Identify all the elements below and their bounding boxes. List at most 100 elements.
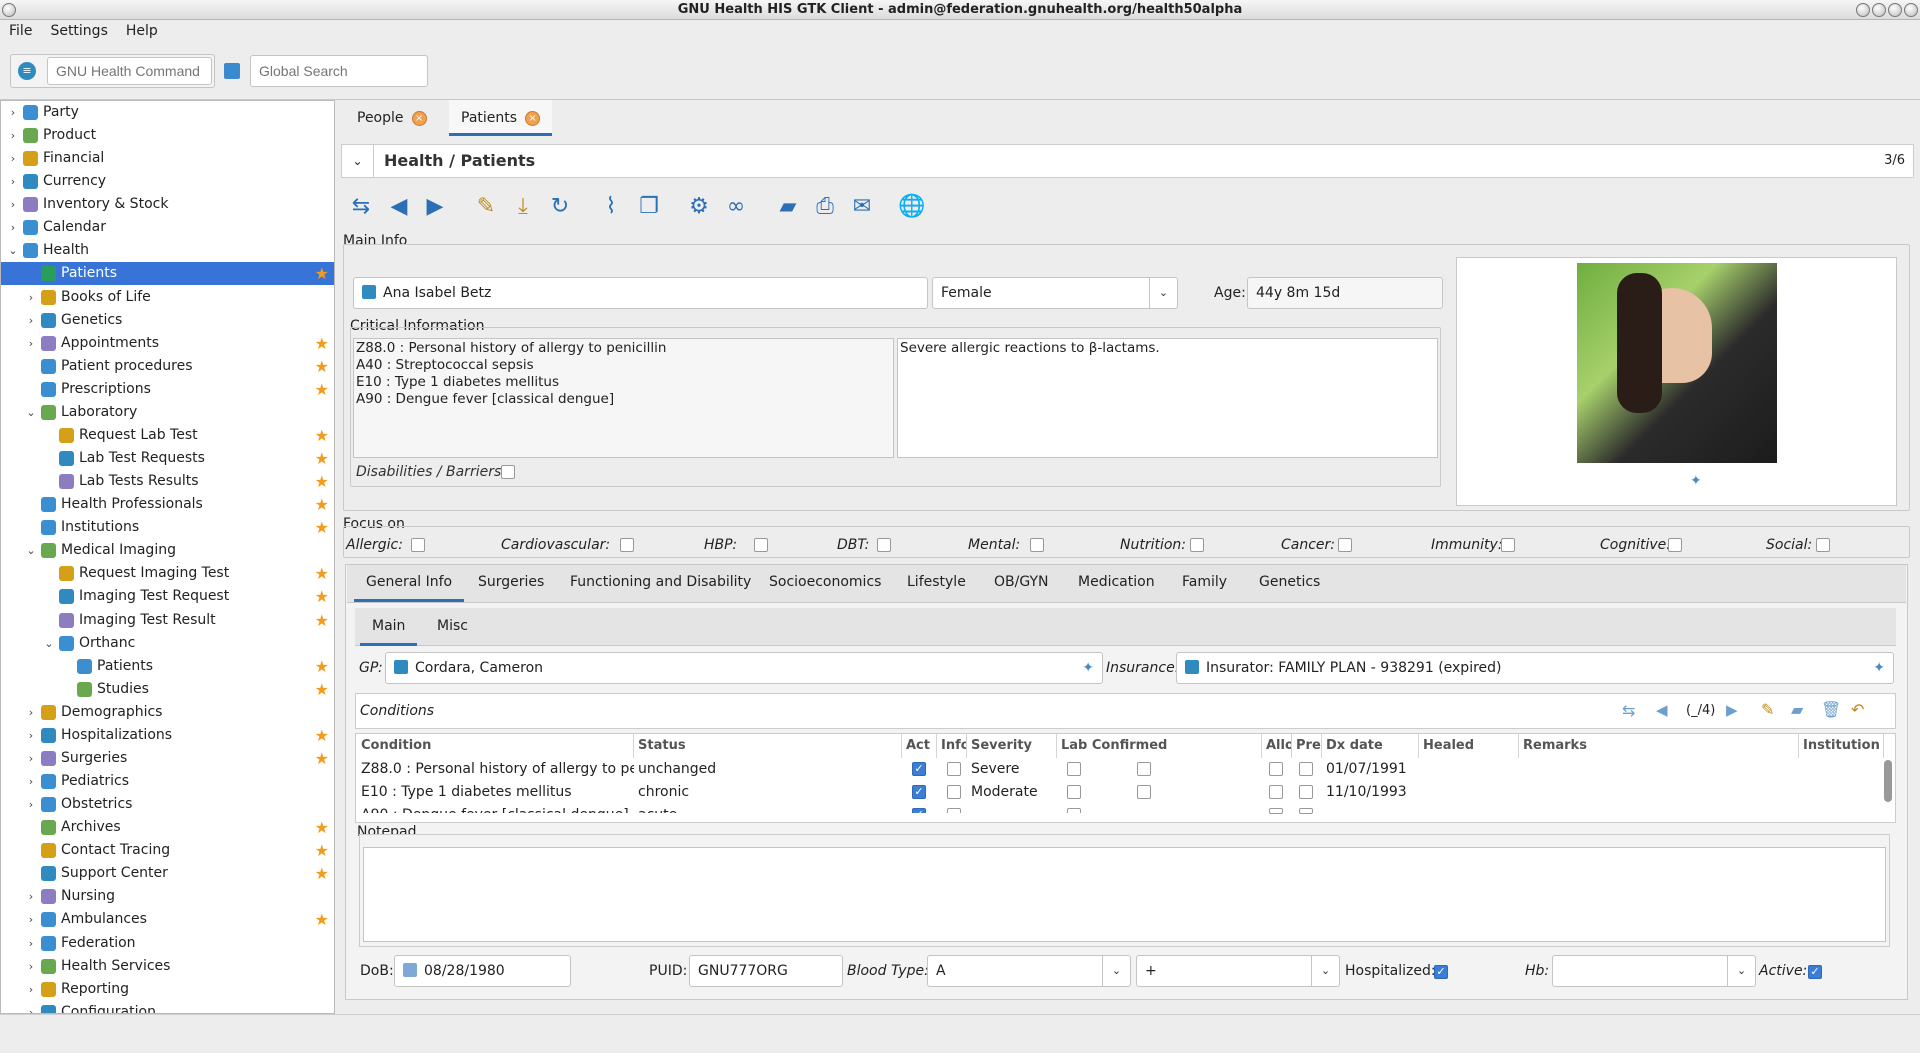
blood-type-dropdown-icon[interactable]: ⌄ (1102, 956, 1130, 986)
sidebar-item-party[interactable]: › Party (1, 101, 334, 124)
sidebar-item-nursing[interactable]: › Nursing (1, 885, 334, 908)
expand-arrow-icon[interactable]: › (25, 286, 37, 309)
sidebar-item-health-professionals[interactable]: Health Professionals ★ (1, 493, 334, 516)
window-menu-button[interactable] (2, 3, 16, 17)
column-header-pre[interactable]: Pre (1292, 734, 1322, 758)
column-header-status[interactable]: Status (634, 734, 902, 758)
insurance-clear-icon[interactable]: ✦ (1873, 653, 1885, 683)
relate-link-icon[interactable]: ∞ (722, 189, 750, 225)
sidebar-item-request-lab-test[interactable]: Request Lab Test ★ (1, 424, 334, 447)
favorite-star-icon[interactable]: ★ (315, 470, 329, 493)
expand-arrow-icon[interactable]: › (25, 908, 37, 931)
table-row[interactable]: A90 : Dengue fever [classical dengue]acu… (357, 804, 1882, 813)
expand-arrow-icon[interactable]: › (7, 193, 19, 216)
sidebar-item-reporting[interactable]: › Reporting (1, 978, 334, 1001)
next-record-icon[interactable]: ▶ (421, 189, 449, 225)
focus-immunity-checkbox[interactable] (1501, 538, 1515, 552)
expand-arrow-icon[interactable]: › (25, 701, 37, 724)
sidebar-item-calendar[interactable]: › Calendar (1, 216, 334, 239)
tab-socioeconomics[interactable]: Socioeconomics (757, 562, 893, 602)
sidebar-item-laboratory[interactable]: ⌄ Laboratory (1, 401, 334, 424)
tab-medication[interactable]: Medication (1066, 562, 1167, 602)
info-checkbox[interactable] (947, 762, 961, 776)
sidebar-item-lab-tests-results[interactable]: Lab Tests Results ★ (1, 470, 334, 493)
sidebar-item-prescriptions[interactable]: Prescriptions ★ (1, 378, 334, 401)
sidebar-item-patients[interactable]: Patients ★ (1, 262, 334, 286)
column-header-remarks[interactable]: Remarks (1519, 734, 1799, 758)
close-tab-people-icon[interactable]: × (411, 110, 427, 126)
expand-arrow-icon[interactable]: › (25, 747, 37, 770)
collapse-chevron-icon[interactable]: ⌄ (342, 145, 374, 177)
column-header-info[interactable]: Info (937, 734, 967, 758)
window-minimize-button[interactable] (1872, 3, 1886, 17)
global-search-input[interactable] (250, 55, 428, 87)
focus-social-checkbox[interactable] (1816, 538, 1830, 552)
notepad-textarea[interactable] (363, 847, 1886, 942)
column-header-allo[interactable]: Allo (1262, 734, 1292, 758)
lab-confirmed-checkbox[interactable] (1067, 785, 1081, 799)
hb-select[interactable]: ⌄ (1552, 955, 1756, 987)
print-icon[interactable]: ⎙ (811, 189, 839, 225)
focus-nutrition-checkbox[interactable] (1190, 538, 1204, 552)
tab-lifestyle[interactable]: Lifestyle (895, 562, 978, 602)
expand-arrow-icon[interactable]: › (25, 1001, 37, 1013)
gender-dropdown-icon[interactable]: ⌄ (1149, 278, 1177, 308)
sidebar-item-genetics[interactable]: › Genetics (1, 309, 334, 332)
expand-arrow-icon[interactable]: › (7, 124, 19, 147)
clear-photo-icon[interactable]: ✦ (1690, 473, 1702, 489)
column-header-condition[interactable]: Condition (357, 734, 634, 758)
menu-settings[interactable]: Settings (41, 20, 116, 42)
favorite-star-icon[interactable]: ★ (315, 747, 329, 770)
allergy-checkbox[interactable] (1269, 808, 1283, 814)
sync-icon[interactable] (224, 63, 240, 79)
conditions-scrollbar[interactable] (1884, 760, 1892, 802)
focus-cancer-checkbox[interactable] (1338, 538, 1352, 552)
favorite-star-icon[interactable]: ★ (315, 908, 329, 931)
sidebar-item-appointments[interactable]: › Appointments ★ (1, 332, 334, 355)
tab-functioning-and-disability[interactable]: Functioning and Disability (558, 562, 763, 602)
favorite-star-icon[interactable]: ★ (315, 447, 329, 470)
expand-arrow-icon[interactable]: › (25, 932, 37, 955)
sidebar-item-surgeries[interactable]: › Surgeries ★ (1, 747, 334, 770)
sidebar-item-hospitalizations[interactable]: › Hospitalizations ★ (1, 724, 334, 747)
window-close-button[interactable] (1904, 3, 1918, 17)
subtab-main[interactable]: Main (360, 606, 418, 646)
sidebar-item-contact-tracing[interactable]: Contact Tracing ★ (1, 839, 334, 862)
active-checkbox[interactable]: ✓ (912, 762, 926, 776)
tab-family[interactable]: Family (1170, 562, 1239, 602)
rh-dropdown-icon[interactable]: ⌄ (1311, 956, 1339, 986)
sidebar-item-ambulances[interactable]: › Ambulances ★ (1, 908, 334, 931)
sidebar-item-imaging-test-request[interactable]: Imaging Test Request ★ (1, 585, 334, 608)
sidebar-item-archives[interactable]: Archives ★ (1, 816, 334, 839)
sidebar-item-request-imaging-test[interactable]: Request Imaging Test ★ (1, 562, 334, 585)
pregnancy-checkbox[interactable] (1299, 808, 1313, 814)
gp-field[interactable]: Cordara, Cameron ✦ (385, 652, 1103, 684)
sidebar-item-orthanc[interactable]: ⌄ Orthanc (1, 632, 334, 655)
expand-arrow-icon[interactable]: › (25, 309, 37, 332)
favorite-star-icon[interactable]: ★ (315, 355, 329, 378)
focus-dbt-checkbox[interactable] (877, 538, 891, 552)
hospitalized-checkbox[interactable]: ✓ (1434, 965, 1448, 979)
calendar-icon[interactable] (403, 963, 417, 977)
previous-record-icon[interactable]: ◀ (385, 189, 413, 225)
sidebar-item-health[interactable]: ⌄ Health (1, 239, 334, 262)
window-maximize-button[interactable] (1888, 3, 1902, 17)
favorite-star-icon[interactable]: ★ (315, 609, 329, 632)
focus-cardiovascular-checkbox[interactable] (620, 538, 634, 552)
expand-arrow-icon[interactable]: › (7, 170, 19, 193)
allergy-checkbox[interactable] (1269, 762, 1283, 776)
collapse-arrow-icon[interactable]: ⌄ (25, 539, 37, 562)
lab-confirmed-checkbox[interactable] (1137, 785, 1151, 799)
open-folder-icon[interactable]: ▰ (774, 189, 802, 225)
sidebar-item-support-center[interactable]: Support Center ★ (1, 862, 334, 885)
hb-dropdown-icon[interactable]: ⌄ (1727, 956, 1755, 986)
conditions-switch-icon[interactable]: ⇆ (1622, 701, 1635, 720)
switch-view-icon[interactable]: ⇆ (347, 189, 375, 225)
collapse-arrow-icon[interactable]: ⌄ (7, 239, 19, 262)
active-checkbox[interactable]: ✓ (912, 785, 926, 799)
expand-arrow-icon[interactable]: › (7, 216, 19, 239)
info-checkbox[interactable] (947, 808, 961, 813)
expand-arrow-icon[interactable]: › (25, 332, 37, 355)
tab-surgeries[interactable]: Surgeries (466, 562, 556, 602)
info-checkbox[interactable] (947, 785, 961, 799)
